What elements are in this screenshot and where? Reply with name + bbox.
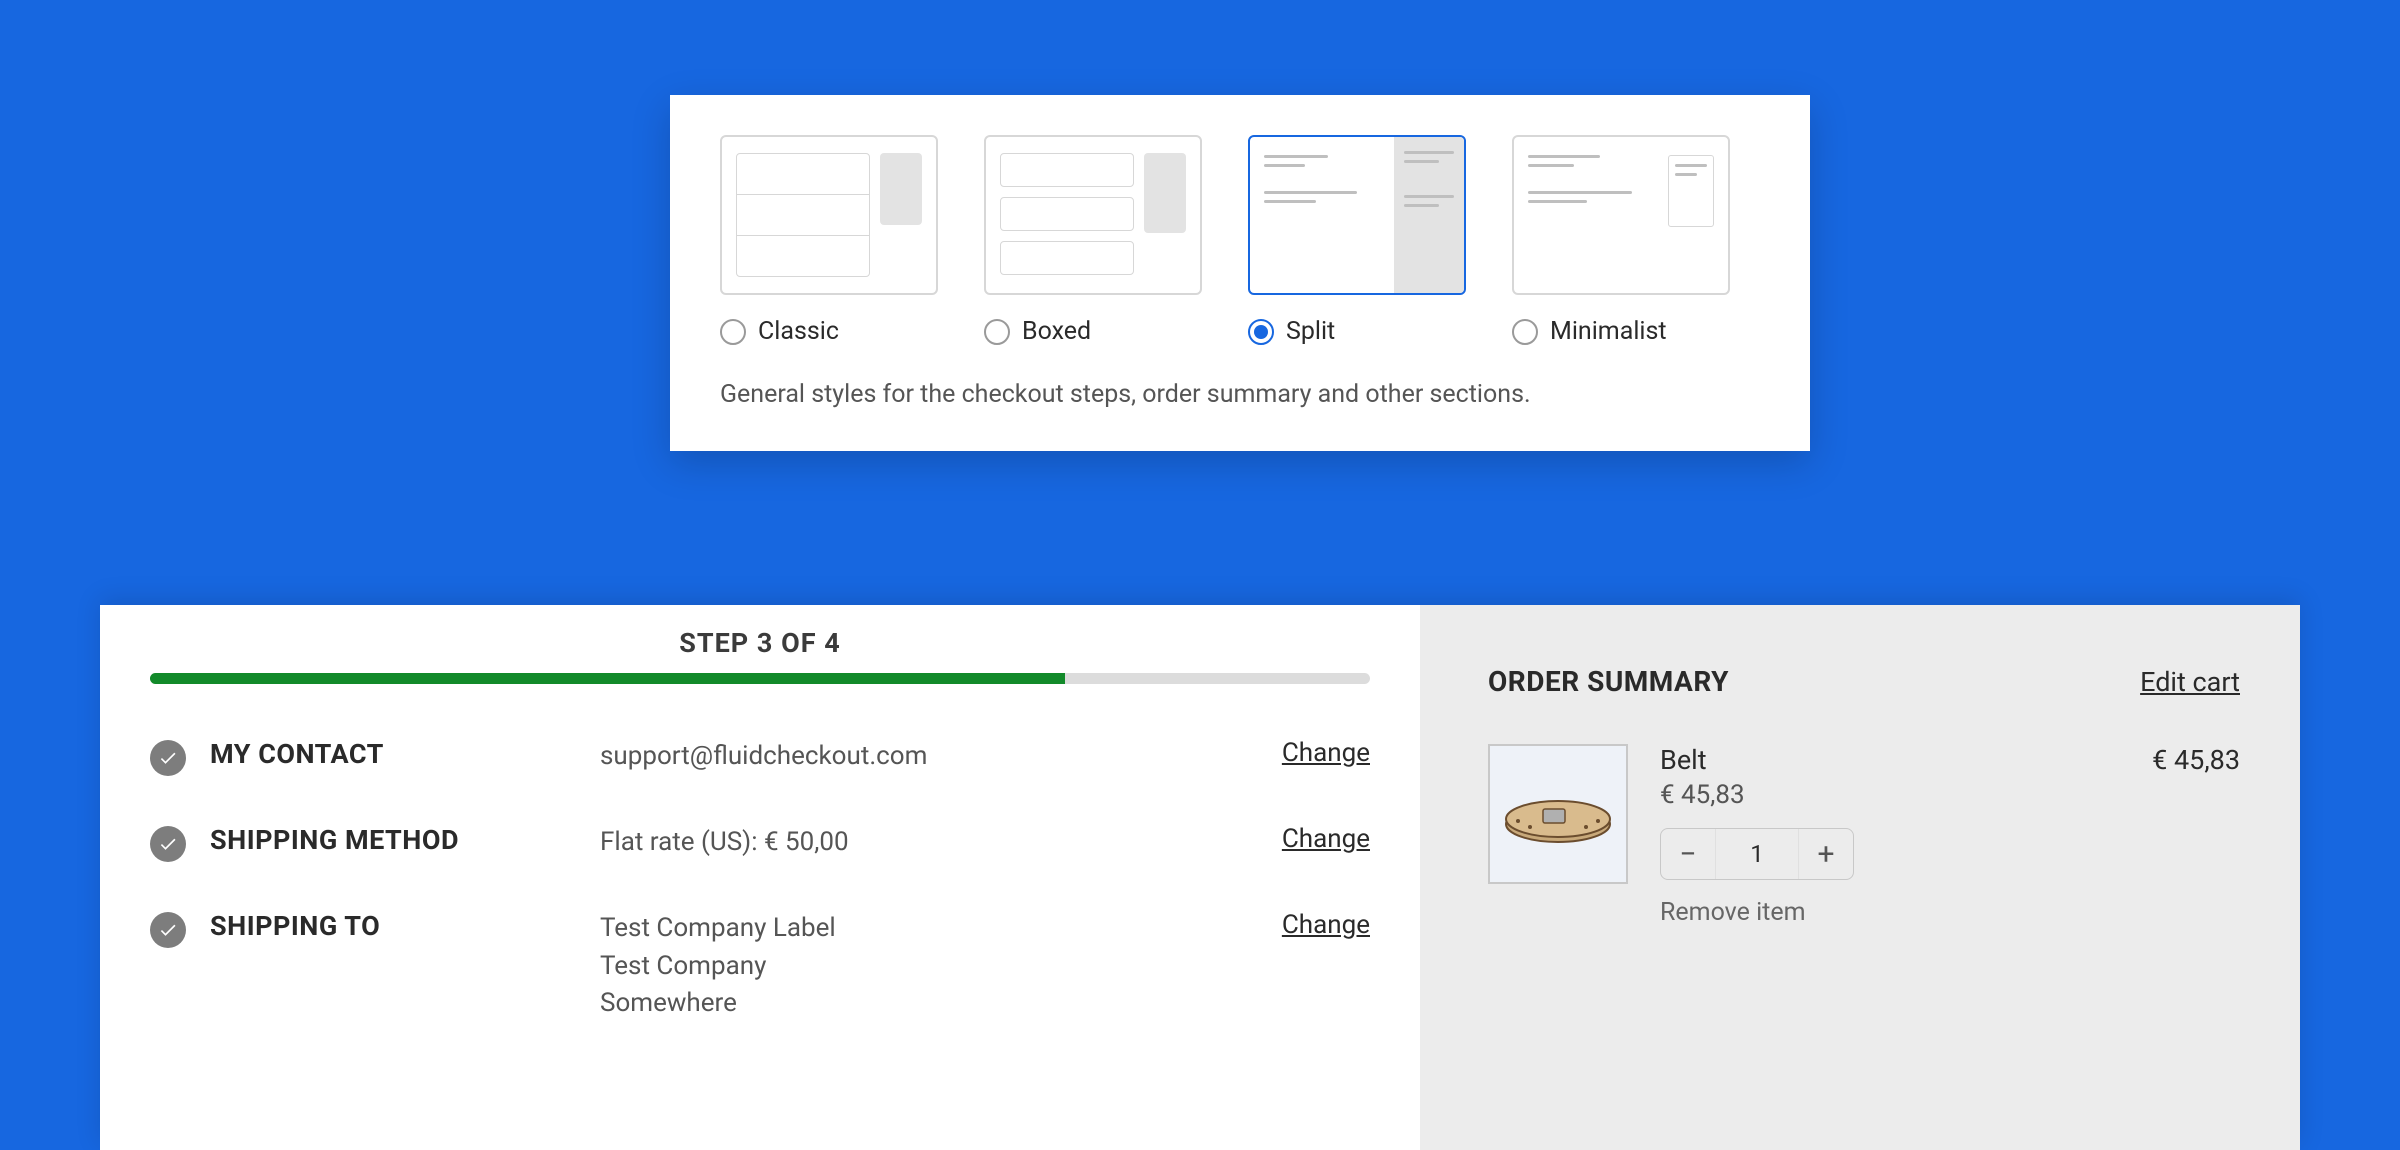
layout-settings-description: General styles for the checkout steps, o…	[720, 380, 1760, 409]
step-label: SHIPPING METHOD	[210, 824, 590, 856]
layout-option-classic[interactable]: Classic	[720, 135, 938, 346]
layout-preview-minimalist	[1512, 135, 1730, 295]
check-icon	[150, 912, 186, 948]
checkout-main-column: STEP 3 OF 4 MY CONTACT support@fluidchec…	[100, 605, 1420, 1150]
step-label: MY CONTACT	[210, 738, 590, 770]
step-row-shipping-to: SHIPPING TO Test Company Label Test Comp…	[150, 910, 1370, 1023]
radio-minimalist[interactable]	[1512, 319, 1538, 345]
layout-preview-split	[1248, 135, 1466, 295]
layout-preview-boxed	[984, 135, 1202, 295]
layout-option-boxed[interactable]: Boxed	[984, 135, 1202, 346]
step-row-shipping-method: SHIPPING METHOD Flat rate (US): € 50,00 …	[150, 824, 1370, 862]
change-link-shipping-to[interactable]: Change	[1220, 910, 1370, 940]
layout-option-label: Minimalist	[1550, 317, 1667, 346]
checkout-panel: STEP 3 OF 4 MY CONTACT support@fluidchec…	[100, 605, 2300, 1150]
step-value: support@fluidcheckout.com	[600, 738, 1210, 776]
qty-value: 1	[1715, 829, 1799, 879]
product-line-total: € 45,83	[2152, 744, 2240, 776]
layout-preview-classic	[720, 135, 938, 295]
check-icon	[150, 826, 186, 862]
cart-item: Belt € 45,83 € 45,83 − 1 + Remove item	[1488, 744, 2240, 927]
step-label: SHIPPING TO	[210, 910, 590, 942]
change-link-shipping-method[interactable]: Change	[1220, 824, 1370, 854]
order-summary-title: ORDER SUMMARY	[1488, 665, 1729, 698]
product-unit-price: € 45,83	[1660, 780, 2240, 810]
step-value: Test Company Label Test Company Somewher…	[600, 910, 1210, 1023]
step-indicator: STEP 3 OF 4	[150, 627, 1370, 659]
radio-boxed[interactable]	[984, 319, 1010, 345]
layout-option-split[interactable]: Split	[1248, 135, 1466, 346]
change-link-contact[interactable]: Change	[1220, 738, 1370, 768]
layout-option-label: Split	[1286, 317, 1335, 346]
layout-option-minimalist[interactable]: Minimalist	[1512, 135, 1730, 346]
product-thumbnail	[1488, 744, 1628, 884]
qty-increase-button[interactable]: +	[1799, 829, 1853, 879]
layout-option-label: Boxed	[1022, 317, 1091, 346]
order-summary-column: ORDER SUMMARY Edit cart Belt € 45,83	[1420, 605, 2300, 1150]
progress-bar	[150, 673, 1370, 684]
radio-classic[interactable]	[720, 319, 746, 345]
step-row-contact: MY CONTACT support@fluidcheckout.com Cha…	[150, 738, 1370, 776]
qty-decrease-button[interactable]: −	[1661, 829, 1715, 879]
quantity-stepper: − 1 +	[1660, 828, 1854, 880]
product-name: Belt	[1660, 744, 1707, 776]
layout-settings-card: Classic Boxed	[670, 95, 1810, 451]
remove-item-link[interactable]: Remove item	[1660, 898, 2240, 927]
check-icon	[150, 740, 186, 776]
edit-cart-link[interactable]: Edit cart	[2140, 666, 2240, 698]
progress-bar-fill	[150, 673, 1065, 684]
radio-split[interactable]	[1248, 319, 1274, 345]
layout-options-row: Classic Boxed	[720, 135, 1760, 346]
layout-option-label: Classic	[758, 317, 839, 346]
step-value: Flat rate (US): € 50,00	[600, 824, 1210, 862]
